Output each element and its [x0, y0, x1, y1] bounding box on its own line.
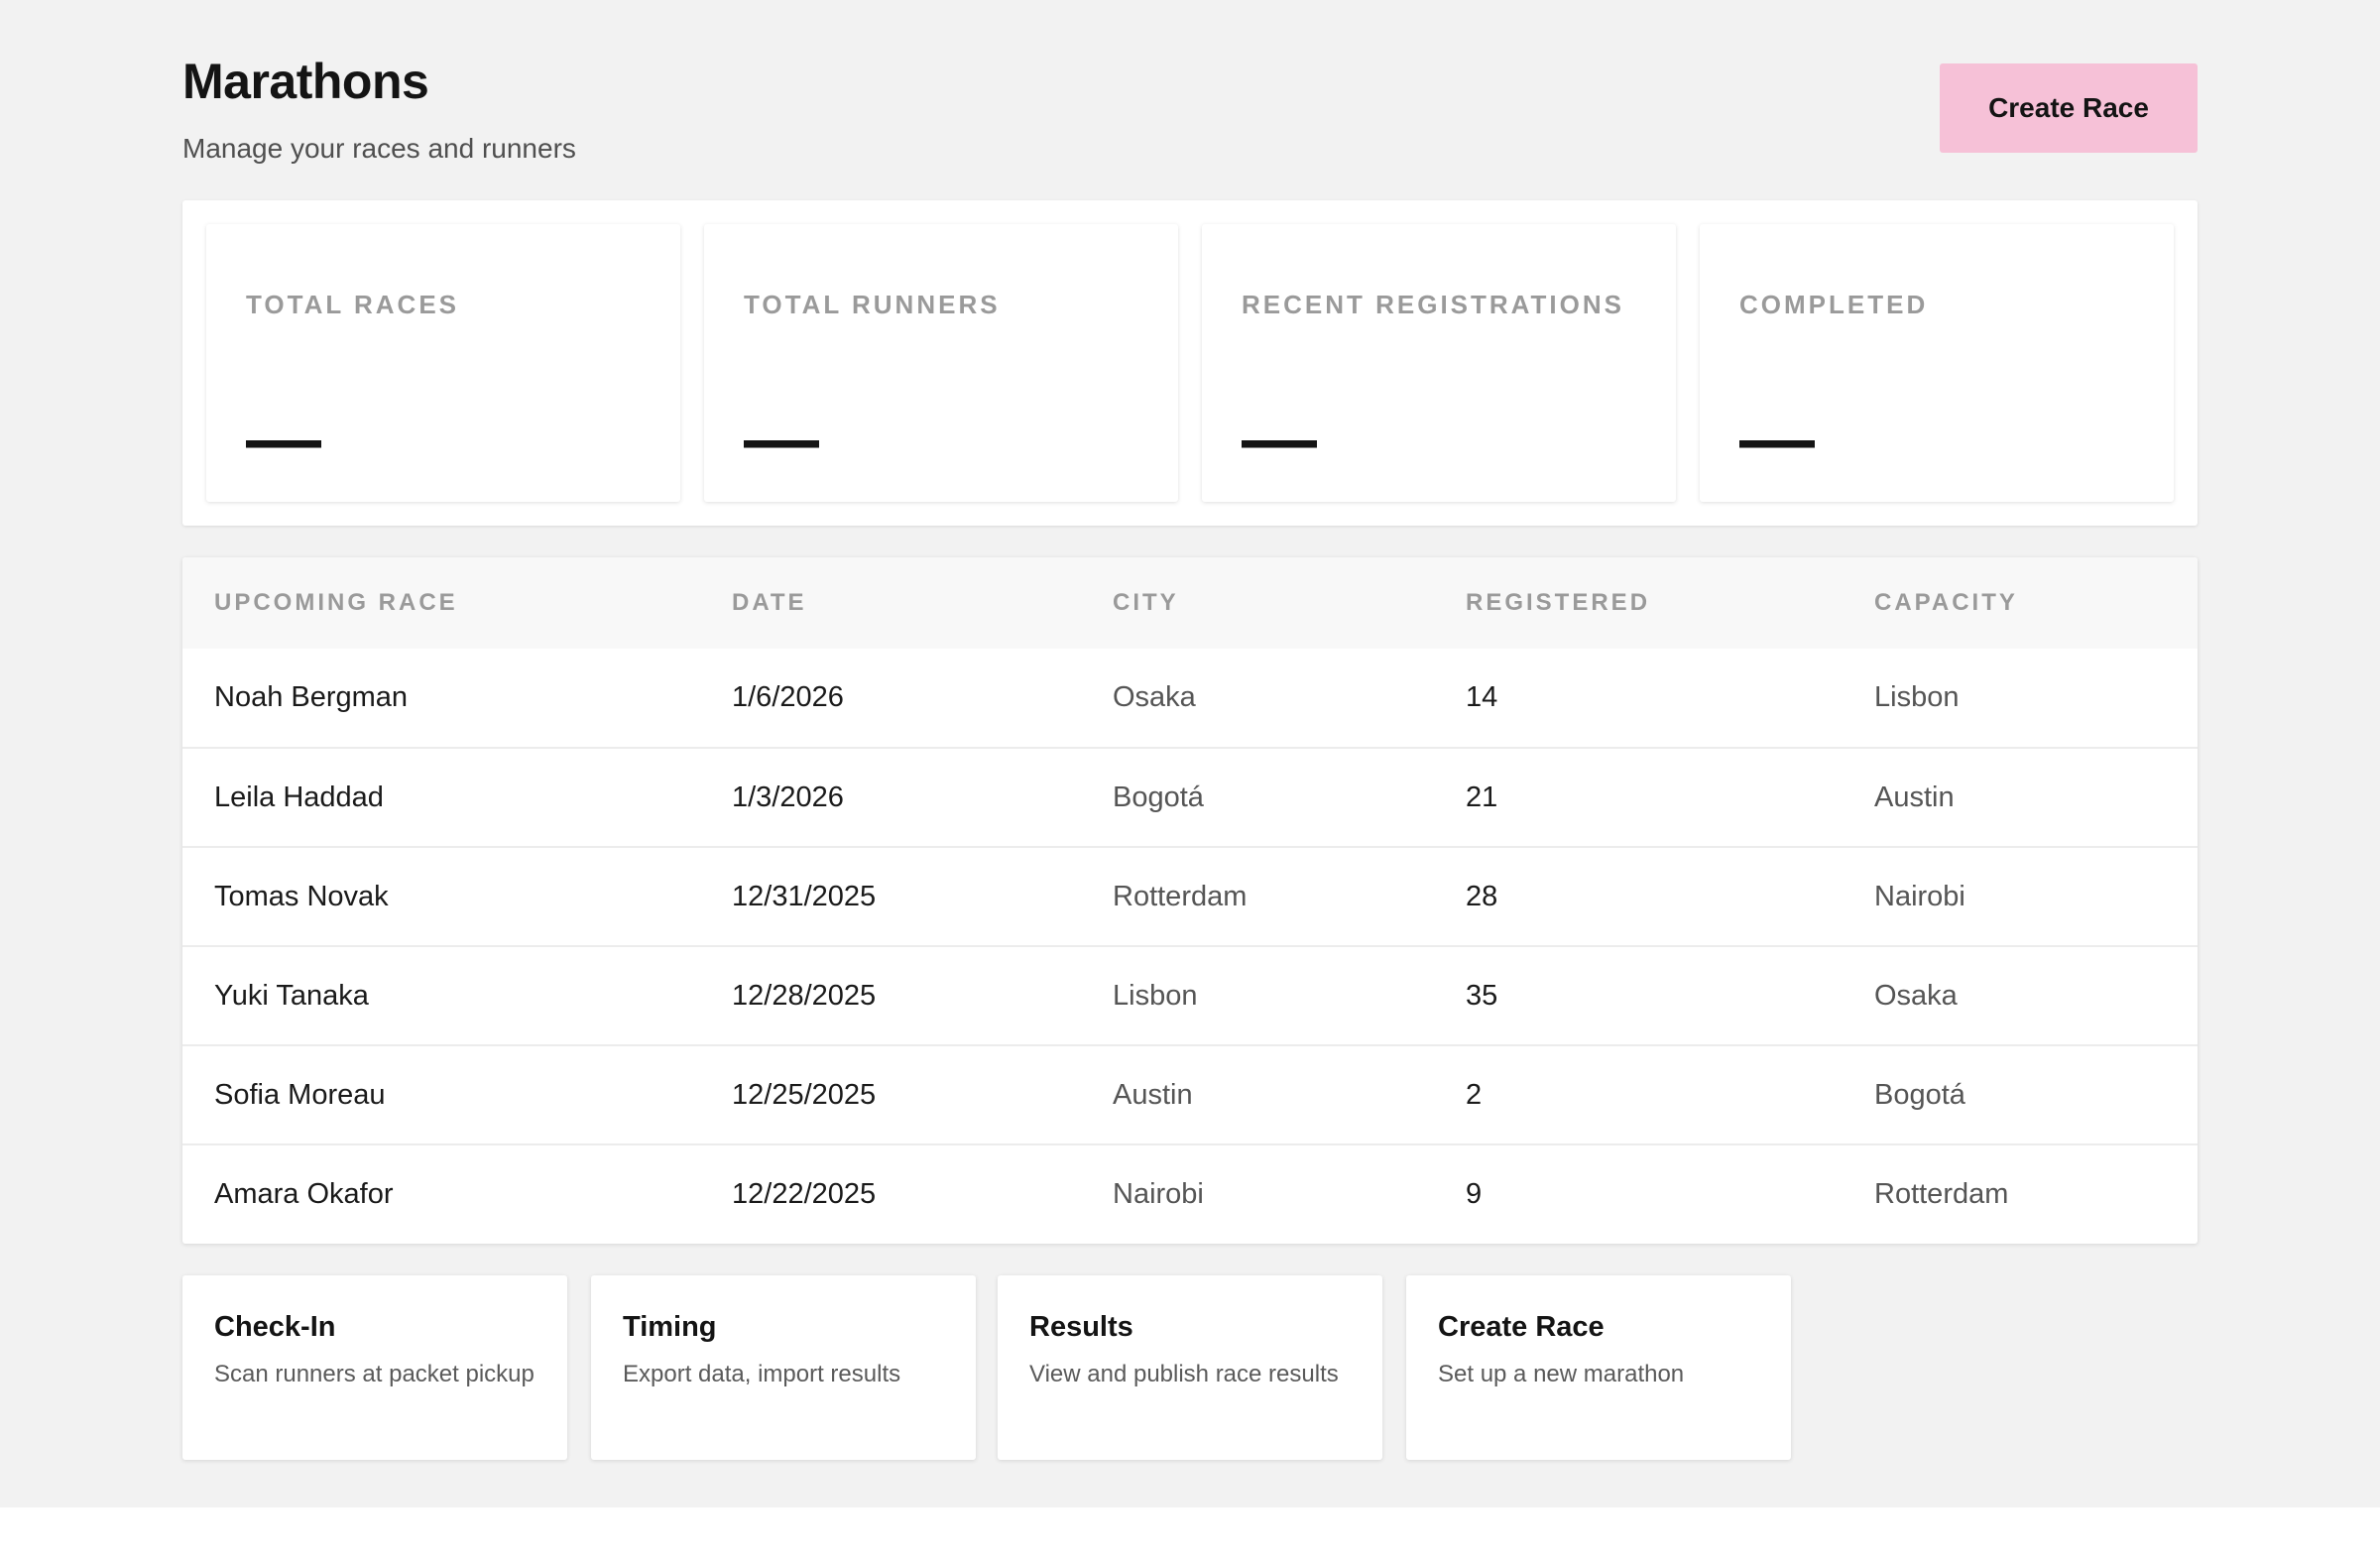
table-row[interactable]: Leila Haddad 1/3/2026 Bogotá 21 Austin [182, 748, 2198, 847]
column-header-city[interactable]: CITY [1081, 557, 1434, 649]
action-card-results[interactable]: Results View and publish race results [998, 1275, 1382, 1460]
stat-value: — [246, 397, 321, 481]
cell-date: 12/25/2025 [732, 1078, 877, 1111]
cell-date: 1/3/2026 [732, 781, 844, 813]
cell-capacity: Austin [1874, 781, 1955, 813]
cell-capacity: Osaka [1874, 979, 1958, 1012]
cell-registered: 9 [1466, 1178, 1483, 1210]
action-description: Export data, import results [623, 1361, 901, 1387]
action-card-timing[interactable]: Timing Export data, import results [591, 1275, 976, 1460]
cell-capacity: Lisbon [1874, 681, 1960, 713]
cell-race: Sofia Moreau [214, 1078, 386, 1111]
cell-race: Noah Bergman [214, 681, 409, 713]
cell-date: 12/22/2025 [732, 1178, 877, 1210]
stats-panel: TOTAL RACES — TOTAL RUNNERS — RECENT REG… [182, 200, 2198, 526]
table-row[interactable]: Noah Bergman 1/6/2026 Osaka 14 Lisbon [182, 649, 2198, 748]
stat-card-total-races: TOTAL RACES — [206, 224, 680, 502]
page-background: Marathons Manage your races and runners … [0, 0, 2380, 1507]
create-race-button[interactable]: Create Race [1940, 63, 2198, 153]
action-title: Timing [623, 1311, 717, 1343]
table-header-row: UPCOMING RACE DATE CITY REGISTERED CAPAC… [182, 557, 2198, 649]
cell-race: Yuki Tanaka [214, 979, 369, 1012]
page-title: Marathons [182, 54, 429, 109]
column-header-registered[interactable]: REGISTERED [1434, 557, 1843, 649]
cell-registered: 14 [1466, 681, 1498, 713]
cell-date: 12/31/2025 [732, 880, 877, 912]
table-row[interactable]: Sofia Moreau 12/25/2025 Austin 2 Bogotá [182, 1045, 2198, 1144]
page-subtitle: Manage your races and runners [182, 133, 576, 164]
action-description: Set up a new marathon [1438, 1361, 1685, 1387]
cell-registered: 2 [1466, 1078, 1483, 1111]
stat-label: RECENT REGISTRATIONS [1242, 290, 1624, 319]
column-header-capacity[interactable]: CAPACITY [1843, 557, 2198, 649]
cell-registered: 21 [1466, 781, 1498, 813]
action-title: Results [1029, 1311, 1133, 1343]
cell-city: Lisbon [1113, 979, 1198, 1012]
cell-registered: 28 [1466, 880, 1498, 912]
table-row[interactable]: Yuki Tanaka 12/28/2025 Lisbon 35 Osaka [182, 946, 2198, 1045]
cell-capacity: Nairobi [1874, 880, 1965, 912]
action-description: View and publish race results [1029, 1361, 1339, 1387]
table-row[interactable]: Amara Okafor 12/22/2025 Nairobi 9 Rotter… [182, 1144, 2198, 1244]
cell-date: 1/6/2026 [732, 681, 844, 713]
cell-capacity: Bogotá [1874, 1078, 1965, 1111]
stat-card-recent-registrations: RECENT REGISTRATIONS — [1202, 224, 1676, 502]
cell-capacity: Rotterdam [1874, 1178, 2009, 1210]
cell-race: Amara Okafor [214, 1178, 394, 1210]
cell-race: Leila Haddad [214, 781, 384, 813]
table-row[interactable]: Tomas Novak 12/31/2025 Rotterdam 28 Nair… [182, 847, 2198, 946]
cell-race: Tomas Novak [214, 880, 389, 912]
quick-actions: Check-In Scan runners at packet pickup T… [182, 1275, 2198, 1460]
stat-value: — [1739, 397, 1815, 481]
action-title: Create Race [1438, 1311, 1605, 1343]
upcoming-races-table: UPCOMING RACE DATE CITY REGISTERED CAPAC… [182, 557, 2198, 1244]
stat-value: — [744, 397, 819, 481]
stat-label: TOTAL RUNNERS [744, 290, 1001, 319]
cell-city: Osaka [1113, 681, 1196, 713]
cell-date: 12/28/2025 [732, 979, 877, 1012]
action-card-create-race[interactable]: Create Race Set up a new marathon [1406, 1275, 1791, 1460]
stat-card-total-runners: TOTAL RUNNERS — [704, 224, 1178, 502]
stat-label: COMPLETED [1739, 290, 1929, 319]
action-card-check-in[interactable]: Check-In Scan runners at packet pickup [182, 1275, 567, 1460]
cell-city: Austin [1113, 1078, 1193, 1111]
stat-value: — [1242, 397, 1317, 481]
stat-card-completed: COMPLETED — [1700, 224, 2174, 502]
cell-city: Bogotá [1113, 781, 1204, 813]
action-title: Check-In [214, 1311, 336, 1343]
action-description: Scan runners at packet pickup [214, 1361, 535, 1387]
column-header-upcoming-race[interactable]: UPCOMING RACE [182, 557, 700, 649]
cell-city: Rotterdam [1113, 880, 1248, 912]
cell-registered: 35 [1466, 979, 1498, 1012]
column-header-date[interactable]: DATE [700, 557, 1081, 649]
cell-city: Nairobi [1113, 1178, 1204, 1210]
stat-label: TOTAL RACES [246, 290, 460, 319]
